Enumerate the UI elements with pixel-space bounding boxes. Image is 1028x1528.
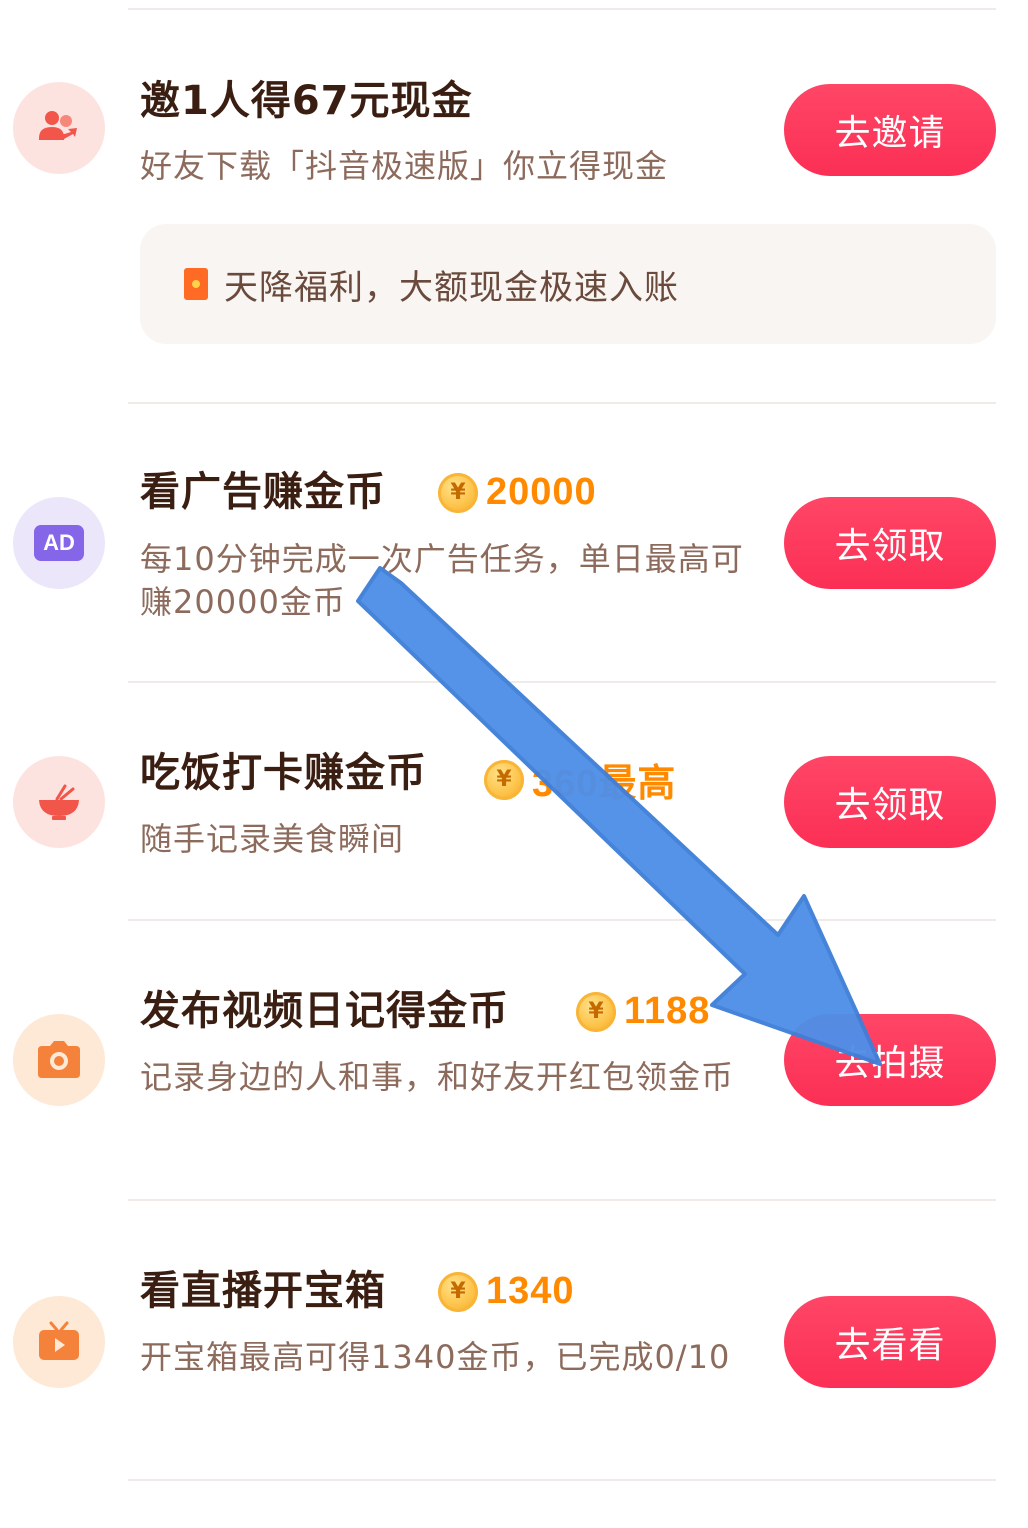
divider-1 bbox=[128, 402, 996, 404]
task-title: 发布视频日记得金币 bbox=[140, 988, 509, 1034]
coin-icon: ¥ bbox=[438, 472, 478, 513]
divider-4 bbox=[128, 1199, 996, 1201]
food-bowl-icon bbox=[13, 756, 105, 848]
claim-ads-button[interactable]: 去领取 bbox=[784, 497, 996, 589]
divider-3 bbox=[128, 919, 996, 921]
coin-icon: ¥ bbox=[576, 991, 616, 1032]
red-envelope-icon bbox=[184, 268, 208, 300]
ad-badge: AD bbox=[34, 525, 84, 561]
task-title: 看直播开宝箱 bbox=[140, 1268, 386, 1314]
coin-amount: 1188 bbox=[624, 990, 711, 1032]
coin-reward: ¥ 20000 bbox=[438, 471, 597, 514]
ad-badge-text: AD bbox=[43, 530, 75, 555]
camera-icon bbox=[13, 1014, 105, 1106]
task-title: 吃饭打卡赚金币 bbox=[140, 750, 427, 796]
task-description: 每10分钟完成一次广告任务，单日最高可赚20000金币 bbox=[140, 540, 744, 621]
coin-amount: 1340 bbox=[486, 1270, 575, 1312]
task-description: 记录身边的人和事，和好友开红包领金币 bbox=[140, 1058, 735, 1096]
task-title: 邀1人得67元现金 bbox=[140, 78, 473, 124]
shoot-button[interactable]: 去拍摄 bbox=[784, 1014, 996, 1106]
divider-2 bbox=[128, 681, 996, 683]
coin-amount: 360最高 bbox=[532, 763, 677, 805]
banner-text: 天降福利，大额现金极速入账 bbox=[224, 267, 679, 308]
invite-button[interactable]: 去邀请 bbox=[784, 84, 996, 176]
tv-icon bbox=[13, 1296, 105, 1388]
divider-5 bbox=[128, 1479, 996, 1481]
invite-users-icon bbox=[13, 82, 105, 174]
ad-icon: AD bbox=[13, 497, 105, 589]
claim-meal-button[interactable]: 去领取 bbox=[784, 756, 996, 848]
task-description: 开宝箱最高可得1340金币，已完成0/10 bbox=[140, 1338, 731, 1376]
watch-live-button[interactable]: 去看看 bbox=[784, 1296, 996, 1388]
coin-icon: ¥ bbox=[484, 759, 524, 800]
coin-icon: ¥ bbox=[438, 1271, 478, 1312]
task-description: 随手记录美食瞬间 bbox=[140, 820, 405, 858]
welfare-banner[interactable]: 天降福利，大额现金极速入账 bbox=[140, 224, 996, 344]
task-title: 看广告赚金币 bbox=[140, 469, 386, 515]
coin-reward: ¥ 1188 bbox=[576, 990, 710, 1033]
task-description: 好友下载「抖音极速版」你立得现金 bbox=[140, 147, 669, 185]
divider-top bbox=[128, 8, 996, 10]
coin-reward: ¥ 1340 bbox=[438, 1270, 575, 1313]
coin-amount: 20000 bbox=[486, 471, 597, 513]
coin-reward: ¥ 360最高 bbox=[484, 752, 676, 807]
